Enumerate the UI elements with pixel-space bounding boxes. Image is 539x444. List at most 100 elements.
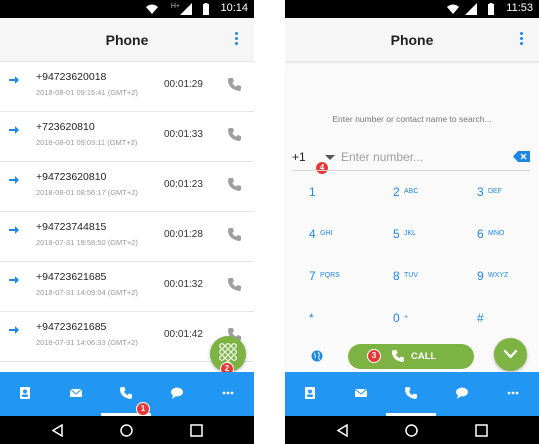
dialpad-letters: TUV <box>404 272 418 279</box>
dialpad-key[interactable]: 6 MNO <box>477 227 539 267</box>
dialpad-letters: DEF <box>488 188 502 195</box>
dialpad-digit: 8 <box>393 269 400 283</box>
call-back-icon[interactable] <box>228 228 241 241</box>
contacts-icon <box>20 387 30 399</box>
dialpad-key[interactable]: 1 <box>309 185 389 225</box>
dialpad-key[interactable]: 3 DEF <box>477 185 539 225</box>
call-duration: 00:01:33 <box>164 129 203 140</box>
tab-chat[interactable] <box>152 372 202 416</box>
dialpad-digit: * <box>309 311 314 325</box>
call-number: +94723621685 <box>36 271 107 283</box>
network-h-icon: H+ <box>170 3 180 10</box>
dialpad-key[interactable]: 9 WXYZ <box>477 269 539 309</box>
overflow-menu-icon[interactable] <box>519 32 525 48</box>
search-hint: Enter number or contact name to search..… <box>332 114 492 124</box>
overflow-menu-icon[interactable] <box>234 32 240 48</box>
tab-contacts[interactable] <box>285 372 335 416</box>
annotation-badge-1: 1 <box>136 402 150 416</box>
call-timestamp: 2018-08-01 09:03:11 (GMT+2) <box>36 138 138 147</box>
call-button-label: CALL <box>411 351 437 362</box>
call-back-icon[interactable] <box>228 278 241 291</box>
battery-icon <box>488 3 494 15</box>
wifi-icon <box>146 4 158 14</box>
country-code[interactable]: +1 <box>292 150 306 164</box>
wifi-icon <box>447 4 459 14</box>
dialpad-letters: WXYZ <box>488 272 509 279</box>
signal-icon <box>180 3 192 15</box>
system-nav-bar <box>285 416 539 444</box>
call-back-icon[interactable] <box>228 178 241 191</box>
back-icon[interactable] <box>336 424 349 437</box>
call-timestamp: 2018-07-31 14:09:04 (GMT+2) <box>36 288 138 297</box>
status-bar: H+ 10:14 <box>0 0 254 18</box>
call-back-icon[interactable] <box>228 128 241 141</box>
call-number: +94723744815 <box>36 221 107 233</box>
bottom-navigation <box>0 372 254 416</box>
chat-icon <box>456 387 468 399</box>
collapse-dialpad-button[interactable] <box>494 338 527 371</box>
tab-phone[interactable] <box>386 372 436 416</box>
system-nav-bar <box>0 416 254 444</box>
home-icon[interactable] <box>120 424 133 437</box>
call-timestamp: 2018-07-31 14:06:33 (GMT+2) <box>36 338 138 347</box>
call-log-row[interactable]: +723620810 2018-08-01 09:03:11 (GMT+2) 00:… <box>0 112 254 162</box>
outgoing-call-icon <box>9 176 19 184</box>
call-duration: 00:01:32 <box>164 279 203 290</box>
dialpad-digit: # <box>477 311 484 325</box>
outgoing-call-icon <box>9 226 19 234</box>
dialpad-digit: 9 <box>477 269 484 283</box>
dialpad-digit: 7 <box>309 269 316 283</box>
number-input[interactable] <box>341 148 501 166</box>
dialpad-letters: ABC <box>404 188 419 195</box>
call-timestamp: 2018-08-01 08:56:17 (GMT+2) <box>36 188 138 197</box>
recents-icon[interactable] <box>190 424 203 437</box>
call-log-row[interactable]: +94723621685 2018-07-31 14:09:04 (GMT+2) 0… <box>0 262 254 312</box>
annotation-badge-3: 3 <box>367 349 381 363</box>
dialpad-key[interactable]: 5 JKL <box>393 227 473 267</box>
tab-messages[interactable] <box>336 372 386 416</box>
dialpad-digit: 2 <box>393 185 400 199</box>
outgoing-call-icon <box>9 76 19 84</box>
tab-more[interactable] <box>488 372 538 416</box>
call-log-row[interactable]: +94723620810 2018-08-01 08:56:17 (GMT+2) 0… <box>0 162 254 212</box>
tab-contacts[interactable] <box>0 372 50 416</box>
call-number: +723620810 <box>36 121 95 133</box>
backspace-icon[interactable] <box>513 151 530 162</box>
dialpad-letters: GHI <box>320 230 333 237</box>
more-icon <box>507 391 519 395</box>
dialpad-key[interactable]: 4 GHI <box>309 227 389 267</box>
status-bar: 11:53 <box>285 0 539 18</box>
call-back-icon[interactable] <box>228 78 241 91</box>
phone-icon <box>392 350 404 362</box>
dialpad-key[interactable]: 2 ABC <box>393 185 473 225</box>
call-duration: 00:01:28 <box>164 229 203 240</box>
call-log-row[interactable]: +94723620018 2018-08-01 09:15:41 (GMT+2) 0… <box>0 62 254 112</box>
tab-chat[interactable] <box>437 372 487 416</box>
number-input-underline <box>292 170 530 171</box>
country-dropdown-icon[interactable] <box>325 155 335 160</box>
page-title: Phone <box>390 32 434 48</box>
call-timestamp: 2018-07-31 19:58:50 (GMT+2) <box>36 238 138 247</box>
recents-icon[interactable] <box>475 424 488 437</box>
dialpad-key[interactable]: 8 TUV <box>393 269 473 309</box>
home-icon[interactable] <box>405 424 418 437</box>
chat-icon <box>171 387 183 399</box>
call-number: +94723620810 <box>36 171 107 183</box>
call-log-list: +94723620018 2018-08-01 09:15:41 (GMT+2) 0… <box>0 62 254 372</box>
battery-icon <box>203 3 209 15</box>
contacts-icon <box>305 387 315 399</box>
phone-icon <box>405 387 417 399</box>
tab-more[interactable] <box>203 372 253 416</box>
annotation-badge-4: 4 <box>315 161 329 175</box>
outgoing-call-icon <box>9 276 19 284</box>
chevron-down-icon <box>503 349 518 359</box>
call-timestamp: 2018-08-01 09:15:41 (GMT+2) <box>36 88 138 97</box>
call-log-row[interactable]: +94723744815 2018-07-31 19:58:50 (GMT+2) 0… <box>0 212 254 262</box>
back-icon[interactable] <box>51 424 64 437</box>
bottom-navigation <box>285 372 539 416</box>
dialpad-key[interactable]: 7 PQRS <box>309 269 389 309</box>
call-duration: 00:01:29 <box>164 79 203 90</box>
globe-icon[interactable] <box>311 350 323 362</box>
tab-messages[interactable] <box>51 372 101 416</box>
call-number: +94723621685 <box>36 321 107 333</box>
